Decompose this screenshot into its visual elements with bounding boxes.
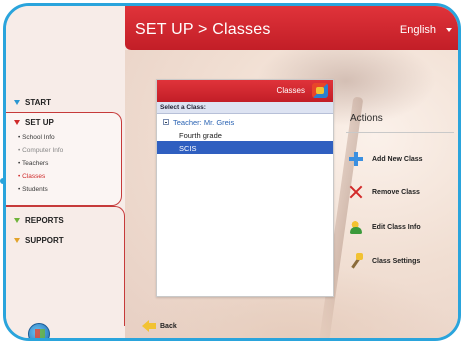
application-frame: START SET UP • School Info • Computer In…	[3, 3, 461, 341]
classes-panel-header: Classes	[157, 80, 333, 102]
divider	[346, 132, 454, 133]
sidebar-item-students[interactable]: • Students	[18, 186, 48, 193]
sidebar-start[interactable]: START	[14, 98, 51, 107]
language-selector[interactable]: English	[400, 24, 436, 36]
class-item-selected[interactable]: SCIS	[157, 141, 333, 154]
user-edit-icon	[348, 219, 364, 235]
frame-connector-dot	[0, 178, 6, 184]
edit-class-info-label: Edit Class Info	[372, 223, 421, 231]
classes-panel: Classes Select a Class: Teacher: Mr. Gre…	[156, 79, 334, 297]
chevron-down-icon	[14, 238, 20, 243]
class-settings-button[interactable]: Class Settings	[348, 253, 420, 269]
collapse-icon[interactable]	[163, 119, 169, 125]
sidebar-support-label: SUPPORT	[25, 236, 64, 245]
remove-icon	[348, 184, 364, 200]
plus-icon	[348, 151, 364, 167]
sidebar-support[interactable]: SUPPORT	[14, 236, 64, 245]
select-class-label: Select a Class:	[157, 102, 333, 114]
sidebar-item-computer-info[interactable]: • Computer Info	[18, 147, 63, 154]
classes-panel-title: Classes	[276, 86, 305, 95]
chevron-down-icon[interactable]	[446, 28, 452, 32]
chevron-down-icon	[14, 120, 20, 125]
page-title: SET UP > Classes	[135, 21, 271, 38]
back-button[interactable]: Back	[142, 320, 177, 332]
sidebar-start-label: START	[25, 98, 52, 107]
add-new-class-button[interactable]: Add New Class	[348, 151, 423, 167]
windows-logo-icon[interactable]	[28, 323, 50, 338]
sidebar-item-label: Computer Info	[22, 147, 64, 154]
sidebar-item-label: School Info	[22, 134, 55, 141]
settings-wand-icon	[348, 253, 364, 269]
remove-class-label: Remove Class	[372, 188, 420, 196]
sidebar-item-label: Students	[22, 186, 48, 193]
back-arrow-icon	[142, 320, 156, 332]
classes-icon	[312, 83, 328, 98]
back-label: Back	[160, 322, 177, 330]
chevron-down-icon	[14, 218, 20, 223]
actions-title: Actions	[350, 113, 383, 124]
class-settings-label: Class Settings	[372, 257, 421, 265]
teacher-tree-node[interactable]: Teacher: Mr. Greis	[157, 114, 333, 128]
remove-class-button[interactable]: Remove Class	[348, 184, 420, 200]
chevron-down-icon	[14, 100, 20, 105]
sidebar-item-school-info[interactable]: • School Info	[18, 134, 55, 141]
sidebar-item-classes[interactable]: • Classes	[18, 173, 45, 180]
sidebar-item-teachers[interactable]: • Teachers	[18, 160, 48, 167]
sidebar: START SET UP • School Info • Computer In…	[6, 6, 125, 338]
sidebar-reports-label: REPORTS	[25, 216, 64, 225]
add-new-class-label: Add New Class	[372, 155, 423, 163]
header-bar: SET UP > Classes English	[125, 6, 458, 50]
sidebar-reports[interactable]: REPORTS	[14, 216, 64, 225]
sidebar-setup[interactable]: SET UP	[14, 118, 54, 127]
edit-class-info-button[interactable]: Edit Class Info	[348, 219, 421, 235]
teacher-name: Teacher: Mr. Greis	[173, 118, 235, 127]
sidebar-item-label: Teachers	[21, 160, 49, 167]
sidebar-setup-label: SET UP	[25, 118, 54, 127]
class-item-fourth-grade[interactable]: Fourth grade	[157, 128, 333, 141]
sidebar-item-label: Classes	[22, 173, 46, 180]
